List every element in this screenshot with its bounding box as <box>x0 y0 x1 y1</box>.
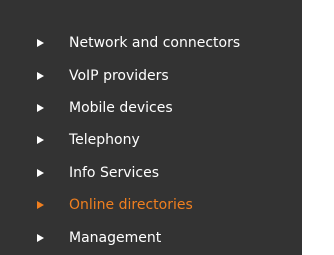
menu-item-label: Mobile devices <box>69 99 173 116</box>
triangle-right-icon <box>37 168 44 177</box>
menu-item-info-services[interactable]: Info Services <box>0 157 302 189</box>
menu-item-mobile-devices[interactable]: Mobile devices <box>0 92 302 124</box>
menu-item-management[interactable]: Management <box>0 221 302 253</box>
menu-item-label: VoIP providers <box>69 67 169 84</box>
menu-item-online-directories[interactable]: Online directories <box>0 189 302 221</box>
menu-item-label: Management <box>69 229 162 246</box>
menu-item-label: Telephony <box>69 132 140 149</box>
triangle-right-icon <box>37 233 44 242</box>
menu-item-telephony[interactable]: Telephony <box>0 124 302 156</box>
menu-item-label: Online directories <box>69 197 193 214</box>
triangle-right-icon <box>37 201 44 210</box>
triangle-right-icon <box>37 103 44 112</box>
triangle-right-icon <box>37 71 44 80</box>
menu-item-network-and-connectors[interactable]: Network and connectors <box>0 27 302 59</box>
navigation-menu: Network and connectors VoIP providers Mo… <box>0 0 302 255</box>
menu-list: Network and connectors VoIP providers Mo… <box>0 27 302 254</box>
menu-item-label: Network and connectors <box>69 35 241 52</box>
triangle-right-icon <box>37 39 44 48</box>
menu-item-label: Info Services <box>69 164 159 181</box>
menu-item-voip-providers[interactable]: VoIP providers <box>0 59 302 91</box>
triangle-right-icon <box>37 136 44 145</box>
